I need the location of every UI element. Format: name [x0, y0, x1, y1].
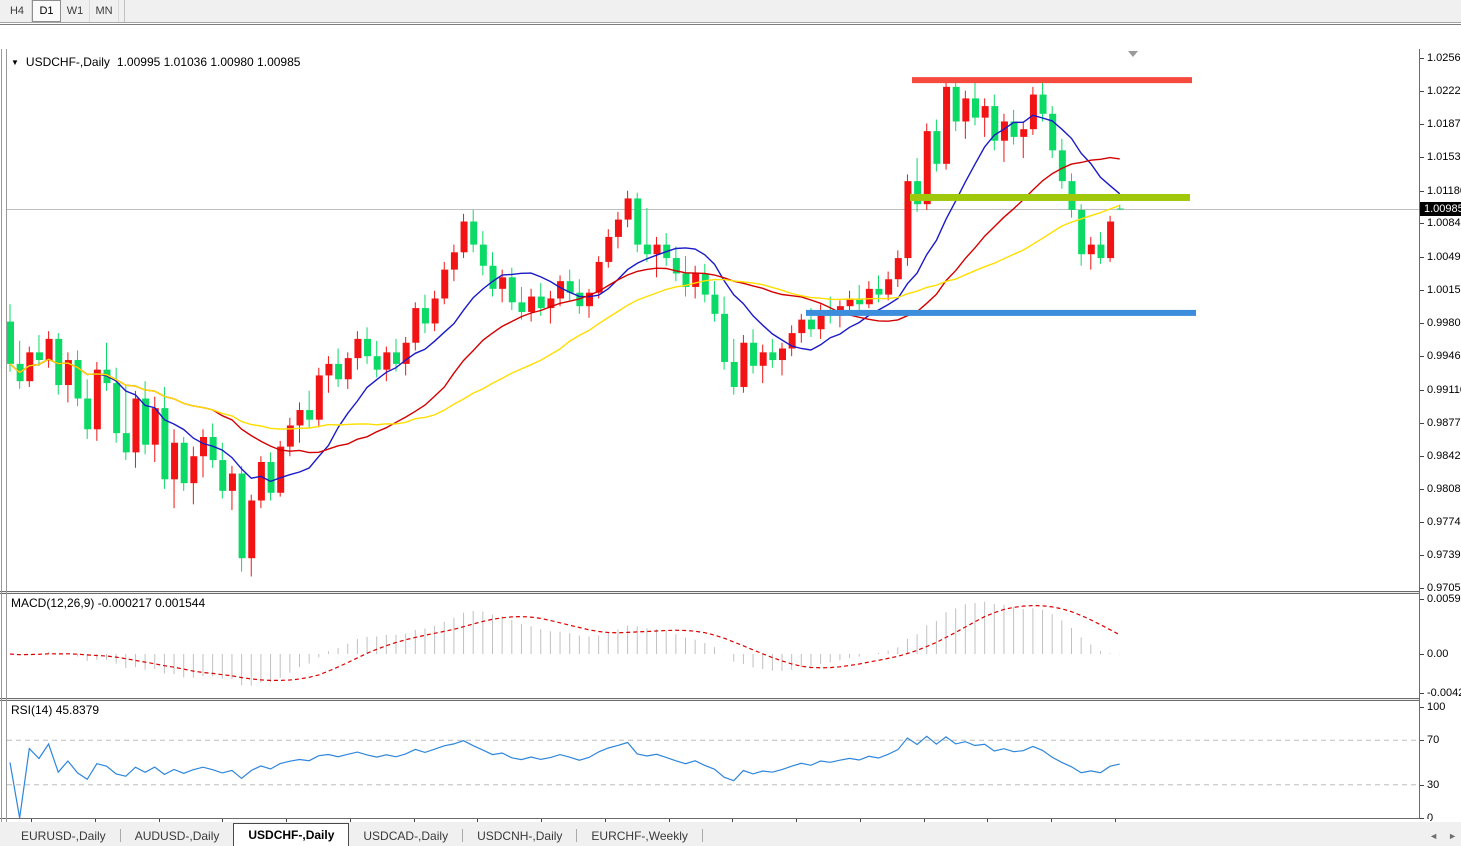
chart-ohlc-values: 1.00995 1.01036 1.00980 1.00985 — [116, 55, 301, 69]
axis-tick — [1420, 599, 1424, 601]
axis-label: 0.99110 — [1427, 383, 1461, 396]
price-pane[interactable] — [7, 50, 1419, 591]
price-axis[interactable]: 1.02560 1.02220 1.01870 1.01530 1.01180 1.008… — [1420, 49, 1461, 846]
timeframe-toolbar: H4 D1 W1 MN — [0, 0, 1461, 23]
window-left-inner-border — [6, 49, 7, 845]
mt4-window: H4 D1 W1 MN 1.02560 1.02220 1.01870 1.01530… — [0, 0, 1461, 846]
axis-label: 0.98080 — [1427, 482, 1461, 495]
macd-pane[interactable] — [7, 594, 1419, 698]
macd-histogram — [19, 601, 1121, 686]
tab-eurchf-weekly[interactable]: EURCHF-,Weekly — [577, 825, 701, 846]
axis-tick — [1420, 190, 1424, 192]
support-line-blue — [806, 309, 1196, 316]
axis-tick — [1420, 289, 1424, 291]
axis-tick — [1420, 58, 1424, 59]
chart-window: 1.02560 1.02220 1.01870 1.01530 1.01180 1.008… — [0, 24, 1461, 846]
tab-scroll-right-icon[interactable]: ► — [1448, 831, 1457, 841]
tf-button-w1[interactable]: W1 — [61, 0, 90, 22]
axis-label: 1.02220 — [1427, 84, 1461, 97]
axis-label: 1.02560 — [1427, 52, 1461, 64]
tab-scroll-arrows: ◄ ► — [1429, 831, 1457, 841]
tf-button-d1[interactable]: D1 — [32, 0, 61, 22]
tf-button-mn[interactable]: MN — [90, 0, 119, 22]
axis-label: 0.97740 — [1427, 515, 1461, 528]
chart-symbol-period: USDCHF-,Daily — [25, 55, 110, 69]
ma-slow-yellow — [9, 204, 1121, 430]
rsi-name: RSI(14) — [11, 703, 53, 717]
axis-label: 1.00840 — [1427, 217, 1461, 230]
axis-tick — [1420, 389, 1424, 391]
macd-values: -0.000217 0.001544 — [97, 596, 206, 610]
axis-tick — [1420, 157, 1424, 159]
rsi-line — [9, 735, 1120, 818]
axis-label: 0.98770 — [1427, 416, 1461, 429]
axis-label: 0.98420 — [1427, 450, 1461, 463]
rsi-indicator-label: RSI(14) 45.8379 — [11, 703, 99, 717]
axis-label: 70 — [1427, 734, 1440, 747]
tab-usdcnh-daily[interactable]: USDCNH-,Daily — [463, 825, 576, 846]
axis-label: 0.99800 — [1427, 317, 1461, 330]
macd-signal-line — [9, 604, 1121, 682]
tab-usdcad-daily[interactable]: USDCAD-,Daily — [349, 825, 462, 846]
tab-usdchf-daily[interactable]: USDCHF-,Daily — [233, 823, 350, 846]
axis-tick — [1420, 707, 1424, 708]
ma-mid-red — [9, 156, 1120, 454]
tf-button-h4[interactable]: H4 — [3, 0, 32, 22]
axis-tick — [1420, 356, 1424, 358]
axis-tick — [1420, 488, 1424, 490]
axis-label: -0.00424 — [1427, 687, 1461, 699]
chart-menu-icon[interactable]: ▼ — [11, 58, 19, 67]
candles-layer — [7, 77, 1124, 577]
axis-tick — [1420, 90, 1424, 92]
axis-tick — [1420, 456, 1424, 458]
axis-label: 0.99460 — [1427, 350, 1461, 363]
chart-title: ▼ USDCHF-,Daily 1.00995 1.01036 1.00980 … — [11, 55, 300, 69]
axis-tick — [1420, 740, 1424, 742]
tab-eurusd-daily[interactable]: EURUSD-,Daily — [7, 825, 120, 846]
axis-label: 1.00490 — [1427, 251, 1461, 264]
tab-scroll-left-icon[interactable]: ◄ — [1429, 831, 1438, 841]
axis-tick — [1420, 654, 1424, 655]
axis-label: 100 — [1427, 701, 1446, 713]
current-price-badge: 1.00985 — [1420, 202, 1461, 217]
axis-label: 0.00 — [1427, 648, 1449, 660]
axis-tick — [1420, 257, 1424, 259]
axis-tick — [1420, 124, 1424, 126]
axis-label: 30 — [1427, 778, 1440, 791]
rsi-value: 45.8379 — [55, 703, 100, 717]
axis-tick — [1420, 784, 1424, 786]
axis-tick — [1420, 422, 1424, 424]
breakout-line-olive — [910, 193, 1190, 201]
axis-tick — [1420, 555, 1424, 557]
chart-shift-marker-icon[interactable] — [1128, 51, 1138, 57]
resistance-line-red — [912, 77, 1192, 84]
axis-tick — [1420, 323, 1424, 325]
window-left-border — [1, 49, 2, 845]
axis-label: 0.00597 — [1427, 593, 1461, 606]
rsi-pane[interactable] — [7, 701, 1419, 818]
macd-name: MACD(12,26,9) — [11, 596, 95, 610]
axis-label: 0.97390 — [1427, 549, 1461, 562]
ma-fast-blue — [9, 114, 1121, 483]
tab-separator — [701, 829, 703, 842]
axis-label: 1.01870 — [1427, 118, 1461, 131]
toolbar-separator — [124, 0, 125, 22]
axis-label: 1.00150 — [1427, 283, 1461, 296]
axis-tick — [1420, 223, 1424, 225]
axis-tick — [1420, 693, 1424, 694]
axis-label: 1.01180 — [1427, 184, 1461, 197]
chart-tabs-bar: EURUSD-,Daily AUDUSD-,Daily USDCHF-,Dail… — [0, 822, 1461, 846]
macd-indicator-label: MACD(12,26,9) -0.000217 0.001544 — [11, 596, 205, 610]
axis-label: 1.01530 — [1427, 151, 1461, 164]
tab-audusd-daily[interactable]: AUDUSD-,Daily — [121, 825, 234, 846]
axis-tick — [1420, 588, 1424, 589]
ma-lines-layer — [9, 114, 1121, 483]
axis-tick — [1420, 521, 1424, 523]
object-hlines-layer[interactable] — [806, 77, 1196, 316]
